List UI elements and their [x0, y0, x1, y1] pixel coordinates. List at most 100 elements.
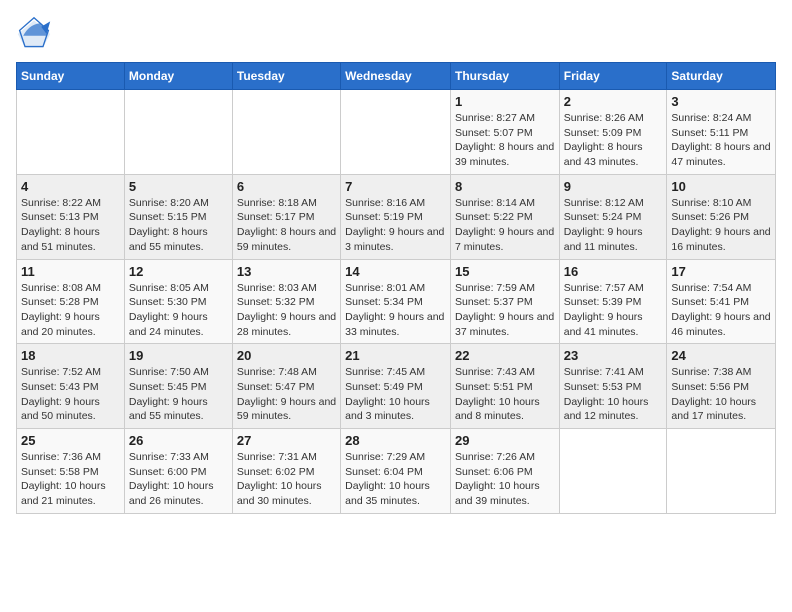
calendar-cell: 23 Sunrise: 7:41 AM Sunset: 5:53 PM Dayli… — [559, 344, 667, 429]
day-number: 10 — [671, 179, 771, 194]
calendar-cell: 5 Sunrise: 8:20 AM Sunset: 5:15 PM Daylig… — [124, 174, 232, 259]
col-header-sunday: Sunday — [17, 63, 125, 90]
calendar-cell: 19 Sunrise: 7:50 AM Sunset: 5:45 PM Dayli… — [124, 344, 232, 429]
day-info: Sunrise: 8:16 AM Sunset: 5:19 PM Dayligh… — [345, 196, 446, 255]
calendar-cell: 13 Sunrise: 8:03 AM Sunset: 5:32 PM Dayli… — [232, 259, 340, 344]
day-info: Sunrise: 7:54 AM Sunset: 5:41 PM Dayligh… — [671, 281, 771, 340]
day-info: Sunrise: 8:05 AM Sunset: 5:30 PM Dayligh… — [129, 281, 228, 340]
day-number: 13 — [237, 264, 336, 279]
day-number: 3 — [671, 94, 771, 109]
day-info: Sunrise: 8:27 AM Sunset: 5:07 PM Dayligh… — [455, 111, 555, 170]
day-info: Sunrise: 7:52 AM Sunset: 5:43 PM Dayligh… — [21, 365, 120, 424]
day-info: Sunrise: 8:10 AM Sunset: 5:26 PM Dayligh… — [671, 196, 771, 255]
calendar-cell — [559, 429, 667, 514]
calendar-cell — [341, 90, 451, 175]
col-header-thursday: Thursday — [450, 63, 559, 90]
day-number: 23 — [564, 348, 663, 363]
calendar-cell: 6 Sunrise: 8:18 AM Sunset: 5:17 PM Daylig… — [232, 174, 340, 259]
calendar-cell — [17, 90, 125, 175]
day-number: 26 — [129, 433, 228, 448]
calendar-cell: 10 Sunrise: 8:10 AM Sunset: 5:26 PM Dayli… — [667, 174, 776, 259]
day-number: 1 — [455, 94, 555, 109]
calendar-cell: 27Sunrise: 7:31 AM Sunset: 6:02 PM Dayli… — [232, 429, 340, 514]
day-info: Sunrise: 7:36 AM Sunset: 5:58 PM Dayligh… — [21, 450, 120, 509]
day-info: Sunrise: 8:14 AM Sunset: 5:22 PM Dayligh… — [455, 196, 555, 255]
calendar-cell: 9 Sunrise: 8:12 AM Sunset: 5:24 PM Daylig… — [559, 174, 667, 259]
calendar-cell — [124, 90, 232, 175]
day-info: Sunrise: 8:22 AM Sunset: 5:13 PM Dayligh… — [21, 196, 120, 255]
calendar-cell: 21Sunrise: 7:45 AM Sunset: 5:49 PM Dayli… — [341, 344, 451, 429]
calendar-cell: 24 Sunrise: 7:38 AM Sunset: 5:56 PM Dayli… — [667, 344, 776, 429]
day-info: Sunrise: 8:12 AM Sunset: 5:24 PM Dayligh… — [564, 196, 663, 255]
day-info: Sunrise: 7:31 AM Sunset: 6:02 PM Dayligh… — [237, 450, 336, 509]
calendar-cell: 4 Sunrise: 8:22 AM Sunset: 5:13 PM Daylig… — [17, 174, 125, 259]
calendar-cell: 7 Sunrise: 8:16 AM Sunset: 5:19 PM Daylig… — [341, 174, 451, 259]
day-number: 16 — [564, 264, 663, 279]
day-info: Sunrise: 7:29 AM Sunset: 6:04 PM Dayligh… — [345, 450, 446, 509]
day-number: 6 — [237, 179, 336, 194]
day-number: 18 — [21, 348, 120, 363]
day-info: Sunrise: 7:26 AM Sunset: 6:06 PM Dayligh… — [455, 450, 555, 509]
day-info: Sunrise: 7:48 AM Sunset: 5:47 PM Dayligh… — [237, 365, 336, 424]
calendar-cell — [667, 429, 776, 514]
day-number: 28 — [345, 433, 446, 448]
day-info: Sunrise: 8:08 AM Sunset: 5:28 PM Dayligh… — [21, 281, 120, 340]
day-info: Sunrise: 7:59 AM Sunset: 5:37 PM Dayligh… — [455, 281, 555, 340]
day-number: 20 — [237, 348, 336, 363]
day-info: Sunrise: 8:03 AM Sunset: 5:32 PM Dayligh… — [237, 281, 336, 340]
calendar-cell: 14 Sunrise: 8:01 AM Sunset: 5:34 PM Dayli… — [341, 259, 451, 344]
day-number: 4 — [21, 179, 120, 194]
day-number: 15 — [455, 264, 555, 279]
day-info: Sunrise: 8:26 AM Sunset: 5:09 PM Dayligh… — [564, 111, 663, 170]
day-number: 5 — [129, 179, 228, 194]
day-info: Sunrise: 8:01 AM Sunset: 5:34 PM Dayligh… — [345, 281, 446, 340]
col-header-friday: Friday — [559, 63, 667, 90]
day-number: 9 — [564, 179, 663, 194]
day-info: Sunrise: 7:41 AM Sunset: 5:53 PM Dayligh… — [564, 365, 663, 424]
day-number: 17 — [671, 264, 771, 279]
day-info: Sunrise: 7:57 AM Sunset: 5:39 PM Dayligh… — [564, 281, 663, 340]
day-info: Sunrise: 8:20 AM Sunset: 5:15 PM Dayligh… — [129, 196, 228, 255]
calendar-cell: 15 Sunrise: 7:59 AM Sunset: 5:37 PM Dayli… — [450, 259, 559, 344]
calendar-cell: 18 Sunrise: 7:52 AM Sunset: 5:43 PM Dayli… — [17, 344, 125, 429]
calendar-cell: 25 Sunrise: 7:36 AM Sunset: 5:58 PM Dayli… — [17, 429, 125, 514]
day-number: 12 — [129, 264, 228, 279]
day-number: 22 — [455, 348, 555, 363]
calendar-cell: 8 Sunrise: 8:14 AM Sunset: 5:22 PM Daylig… — [450, 174, 559, 259]
calendar-cell: 29 Sunrise: 7:26 AM Sunset: 6:06 PM Dayli… — [450, 429, 559, 514]
logo — [16, 16, 54, 52]
calendar-cell: 16 Sunrise: 7:57 AM Sunset: 5:39 PM Dayli… — [559, 259, 667, 344]
calendar-cell: 22 Sunrise: 7:43 AM Sunset: 5:51 PM Dayli… — [450, 344, 559, 429]
col-header-tuesday: Tuesday — [232, 63, 340, 90]
logo-icon — [16, 16, 52, 52]
day-info: Sunrise: 7:33 AM Sunset: 6:00 PM Dayligh… — [129, 450, 228, 509]
day-info: Sunrise: 7:50 AM Sunset: 5:45 PM Dayligh… — [129, 365, 228, 424]
day-number: 29 — [455, 433, 555, 448]
calendar-cell: 3 Sunrise: 8:24 AM Sunset: 5:11 PM Daylig… — [667, 90, 776, 175]
day-number: 14 — [345, 264, 446, 279]
day-number: 2 — [564, 94, 663, 109]
calendar-cell: 2 Sunrise: 8:26 AM Sunset: 5:09 PM Daylig… — [559, 90, 667, 175]
day-info: Sunrise: 7:43 AM Sunset: 5:51 PM Dayligh… — [455, 365, 555, 424]
day-number: 25 — [21, 433, 120, 448]
col-header-wednesday: Wednesday — [341, 63, 451, 90]
day-number: 8 — [455, 179, 555, 194]
calendar-cell — [232, 90, 340, 175]
day-info: Sunrise: 7:38 AM Sunset: 5:56 PM Dayligh… — [671, 365, 771, 424]
calendar-cell: 26 Sunrise: 7:33 AM Sunset: 6:00 PM Dayli… — [124, 429, 232, 514]
calendar-cell: 17 Sunrise: 7:54 AM Sunset: 5:41 PM Dayli… — [667, 259, 776, 344]
day-info: Sunrise: 7:45 AM Sunset: 5:49 PM Dayligh… — [345, 365, 446, 424]
calendar-table: SundayMondayTuesdayWednesdayThursdayFrid… — [16, 62, 776, 514]
col-header-saturday: Saturday — [667, 63, 776, 90]
calendar-cell: 1 Sunrise: 8:27 AM Sunset: 5:07 PM Daylig… — [450, 90, 559, 175]
calendar-cell: 20 Sunrise: 7:48 AM Sunset: 5:47 PM Dayli… — [232, 344, 340, 429]
day-number: 19 — [129, 348, 228, 363]
day-info: Sunrise: 8:18 AM Sunset: 5:17 PM Dayligh… — [237, 196, 336, 255]
col-header-monday: Monday — [124, 63, 232, 90]
day-info: Sunrise: 8:24 AM Sunset: 5:11 PM Dayligh… — [671, 111, 771, 170]
day-number: 11 — [21, 264, 120, 279]
page-header — [16, 16, 776, 52]
day-number: 7 — [345, 179, 446, 194]
calendar-cell: 12 Sunrise: 8:05 AM Sunset: 5:30 PM Dayli… — [124, 259, 232, 344]
day-number: 24 — [671, 348, 771, 363]
